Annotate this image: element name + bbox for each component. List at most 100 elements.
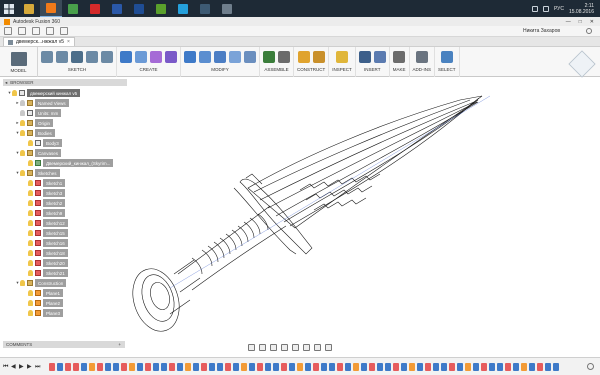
visibility-bulb-icon[interactable] [20, 170, 25, 176]
add-ins-tool-1-icon[interactable] [415, 51, 428, 63]
visibility-bulb-icon[interactable] [28, 200, 33, 206]
browser-node[interactable]: Sketch12 [3, 218, 127, 228]
timeline-feature-icon[interactable] [153, 362, 159, 371]
orbit-icon[interactable] [248, 343, 255, 351]
visibility-bulb-icon[interactable] [28, 310, 33, 316]
timeline-feature-icon[interactable] [193, 362, 199, 371]
visibility-bulb-icon[interactable] [20, 120, 25, 126]
modify-tool-5-icon[interactable] [244, 51, 256, 63]
visibility-bulb-icon[interactable] [20, 100, 25, 106]
assemble-tool-2-icon[interactable] [278, 51, 290, 63]
timeline-feature-icon[interactable] [505, 362, 511, 371]
visibility-bulb-icon[interactable] [28, 300, 33, 306]
timeline-feature-icon[interactable] [265, 362, 271, 371]
create-tool-3-icon[interactable] [150, 51, 162, 63]
timeline-feature-icon[interactable] [369, 362, 375, 371]
browser-node[interactable]: Body3 [3, 138, 127, 148]
browser-node[interactable]: ▾ Bodies [3, 128, 127, 138]
visibility-bulb-icon[interactable] [28, 140, 33, 146]
timeline-feature-icon[interactable] [201, 362, 207, 371]
fit-icon[interactable] [292, 343, 299, 351]
close-tab-icon[interactable]: × [67, 39, 70, 45]
visibility-bulb-icon[interactable] [28, 160, 33, 166]
timeline-end-button[interactable]: ⏭ [35, 364, 41, 370]
sketch-tool-5-icon[interactable] [101, 51, 113, 63]
timeline-feature-icon[interactable] [529, 362, 535, 371]
visibility-bulb-icon[interactable] [28, 190, 33, 196]
visibility-bulb-icon[interactable] [28, 230, 33, 236]
timeline-feature-icon[interactable] [465, 362, 471, 371]
visibility-bulb-icon[interactable] [28, 260, 33, 266]
timeline-feature-icon[interactable] [81, 362, 87, 371]
timeline-feature-icon[interactable] [257, 362, 263, 371]
timeline-feature-icon[interactable] [393, 362, 399, 371]
timeline-feature-icon[interactable] [105, 362, 111, 371]
comments-panel[interactable]: COMMENTS + [3, 341, 125, 348]
browser-node[interactable]: Plane1 [3, 288, 127, 298]
visibility-bulb-icon[interactable] [28, 220, 33, 226]
browser-node[interactable]: Sketch16 [3, 238, 127, 248]
timeline-feature-icon[interactable] [473, 362, 479, 371]
viewports-icon[interactable] [325, 343, 332, 351]
timeline-feature-icon[interactable] [361, 362, 367, 371]
taskbar-app-opera[interactable] [84, 0, 106, 17]
browser-node[interactable]: ▾ Sketches [3, 168, 127, 178]
timeline-feature-icon[interactable] [521, 362, 527, 371]
browser-node[interactable]: Sketch3 [3, 188, 127, 198]
zoom-icon[interactable] [281, 343, 288, 351]
timeline-feature-icon[interactable] [425, 362, 431, 371]
save-icon[interactable] [32, 27, 40, 35]
minimize-button[interactable]: — [566, 19, 571, 25]
construct-tool-1-icon[interactable] [297, 51, 310, 63]
timeline-feature-icon[interactable] [225, 362, 231, 371]
start-button[interactable] [0, 0, 18, 17]
inspect-tool-1-icon[interactable] [336, 51, 348, 63]
timeline-feature-icon[interactable] [553, 362, 559, 371]
language-indicator[interactable]: РУС [554, 6, 564, 12]
timeline-feature-icon[interactable] [305, 362, 311, 371]
browser-node[interactable]: Sketch21 [3, 268, 127, 278]
timeline-feature-icon[interactable] [401, 362, 407, 371]
taskbar-app-photoshop[interactable] [106, 0, 128, 17]
timeline-feature-icon[interactable] [321, 362, 327, 371]
timeline-feature-icon[interactable] [313, 362, 319, 371]
timeline-feature-icon[interactable] [65, 362, 71, 371]
timeline-feature-icon[interactable] [233, 362, 239, 371]
timeline-feature-icon[interactable] [489, 362, 495, 371]
make-tool-1-icon[interactable] [393, 51, 406, 63]
modify-tool-3-icon[interactable] [214, 51, 226, 63]
timeline-feature-icon[interactable] [161, 362, 167, 371]
pan-icon[interactable] [270, 343, 277, 351]
insert-tool-1-icon[interactable] [358, 51, 371, 63]
browser-node[interactable]: ▾ двемерский кинжал v5 [3, 88, 127, 98]
taskbar-app-chrome[interactable] [62, 0, 84, 17]
taskbar-app-fusion[interactable] [40, 0, 62, 17]
sketch-tool-2-icon[interactable] [56, 51, 68, 63]
timeline-feature-icon[interactable] [121, 362, 127, 371]
timeline-feature-icon[interactable] [353, 362, 359, 371]
sketch-tool-4-icon[interactable] [86, 51, 98, 63]
timeline-feature-icon[interactable] [273, 362, 279, 371]
timeline-feature-icon[interactable] [89, 362, 95, 371]
browser-node[interactable]: ▸ Named Views [3, 98, 127, 108]
taskbar-app-app-9[interactable] [194, 0, 216, 17]
create-tool-1-icon[interactable] [120, 51, 132, 63]
browser-node[interactable]: ▾ Construction [3, 278, 127, 288]
timeline-feature-icon[interactable] [209, 362, 215, 371]
browser-node[interactable]: ▾ Canvases [3, 148, 127, 158]
timeline-feature-icon[interactable] [545, 362, 551, 371]
visibility-bulb-icon[interactable] [12, 90, 17, 96]
timeline-feature-icon[interactable] [481, 362, 487, 371]
taskbar-app-photoshop-2[interactable] [128, 0, 150, 17]
browser-node[interactable]: Sketch9 [3, 208, 127, 218]
taskbar-app-utorrent[interactable] [150, 0, 172, 17]
browser-node[interactable]: Sketch18 [3, 248, 127, 258]
timeline-feature-icon[interactable] [113, 362, 119, 371]
display-settings-icon[interactable] [303, 343, 310, 351]
volume-icon[interactable] [542, 5, 549, 12]
timeline-feature-icon[interactable] [441, 362, 447, 371]
visibility-bulb-icon[interactable] [28, 250, 33, 256]
sketch-tool-1-icon[interactable] [41, 51, 53, 63]
ribbon-group-label[interactable]: MAKE [393, 67, 406, 72]
timeline-feature-icon[interactable] [449, 362, 455, 371]
